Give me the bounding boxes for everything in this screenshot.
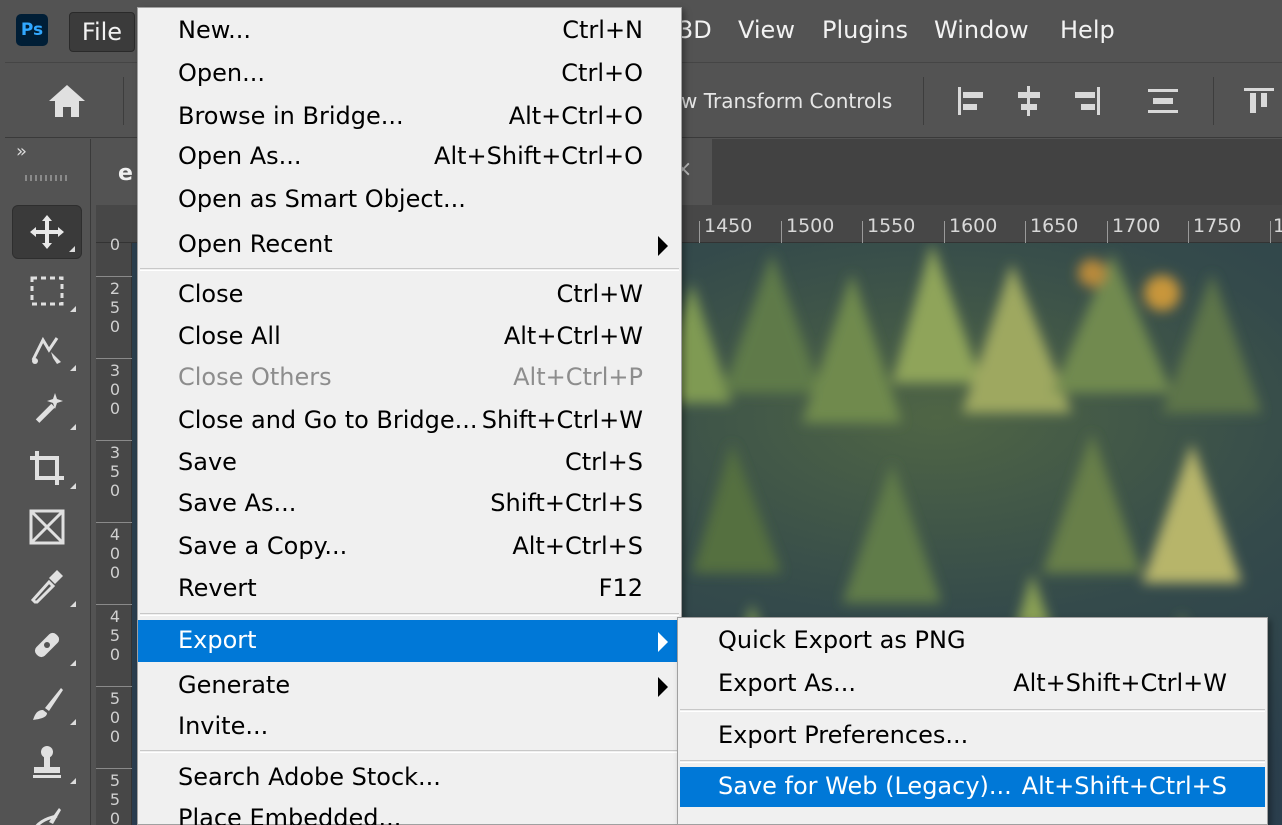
menu-item-close[interactable]: Close Ctrl+W bbox=[138, 274, 681, 316]
ruler-tick: 1600 bbox=[949, 215, 998, 237]
ruler-tick: 1 bbox=[1273, 215, 1282, 237]
menu-view[interactable]: View bbox=[738, 16, 795, 44]
photoshop-logo-icon: Ps bbox=[16, 14, 48, 46]
object-selection-icon bbox=[31, 336, 61, 364]
menu-item-save-as[interactable]: Save As... Shift+Ctrl+S bbox=[138, 483, 681, 525]
menu-item-new[interactable]: New... Ctrl+N bbox=[138, 10, 681, 52]
frame-icon bbox=[29, 509, 65, 545]
ruler-tick: 1550 bbox=[867, 215, 916, 237]
menu-separator bbox=[140, 750, 679, 753]
align-horizontal-centers-icon[interactable] bbox=[1011, 83, 1047, 119]
show-transform-controls-label[interactable]: w Transform Controls bbox=[681, 89, 892, 113]
document-tab-label: e bbox=[118, 161, 133, 186]
menu-item-place-embedded[interactable]: Place Embedded... bbox=[138, 798, 681, 825]
menu-item-revert[interactable]: Revert F12 bbox=[138, 568, 681, 610]
vruler-tick: 0 bbox=[109, 235, 121, 254]
magic-wand-tool[interactable] bbox=[12, 382, 82, 436]
submenu-arrow-icon bbox=[658, 632, 668, 652]
ruler-tick: 1750 bbox=[1193, 215, 1242, 237]
vertical-ruler: 0 250 300 350 400 450 500 550 bbox=[96, 235, 132, 825]
stamp-icon bbox=[33, 746, 61, 778]
brush-icon bbox=[33, 688, 63, 720]
menu-item-close-all[interactable]: Close All Alt+Ctrl+W bbox=[138, 316, 681, 358]
menu-item-close-and-go-to-bridge[interactable]: Close and Go to Bridge... Shift+Ctrl+W bbox=[138, 400, 681, 442]
menu-plugins[interactable]: Plugins bbox=[822, 16, 908, 44]
menu-item-open-recent[interactable]: Open Recent bbox=[138, 224, 681, 266]
vruler-tick: 250 bbox=[109, 279, 121, 336]
move-tool[interactable] bbox=[12, 205, 82, 259]
rectangular-marquee-icon bbox=[30, 276, 64, 306]
history-brush-icon bbox=[35, 808, 61, 825]
ruler-tick: 1500 bbox=[786, 215, 835, 237]
menu-item-save-a-copy[interactable]: Save a Copy... Alt+Ctrl+S bbox=[138, 526, 681, 568]
distribute-vertical-icon[interactable] bbox=[1145, 83, 1181, 119]
clone-stamp-tool[interactable] bbox=[12, 736, 82, 790]
magic-wand-icon bbox=[35, 393, 63, 423]
panel-collapse-icon[interactable]: » bbox=[16, 141, 27, 162]
submenu-arrow-icon bbox=[658, 236, 668, 256]
menu-item-open-as[interactable]: Open As... Alt+Shift+Ctrl+O bbox=[138, 136, 681, 178]
frame-tool[interactable] bbox=[12, 500, 82, 554]
menu-item-save-for-web-legacy[interactable]: Save for Web (Legacy)... Alt+Shift+Ctrl+S bbox=[680, 767, 1265, 807]
vruler-tick: 550 bbox=[109, 771, 121, 825]
vruler-tick: 450 bbox=[109, 607, 121, 664]
crop-icon bbox=[30, 451, 64, 485]
healing-brush-tool[interactable] bbox=[12, 618, 82, 672]
home-icon[interactable] bbox=[45, 81, 89, 121]
menu-item-export[interactable]: Export bbox=[138, 620, 681, 662]
menu-3d[interactable]: 3D bbox=[678, 16, 712, 44]
menu-item-close-others: Close Others Alt+Ctrl+P bbox=[178, 363, 643, 391]
menu-separator bbox=[680, 760, 1265, 763]
file-menu: New... Ctrl+N Open... Ctrl+O Browse in Bri… bbox=[137, 7, 682, 825]
ruler-tick: 1650 bbox=[1030, 215, 1079, 237]
move-icon bbox=[30, 215, 64, 249]
vruler-tick: 400 bbox=[109, 525, 121, 582]
align-top-edges-icon[interactable] bbox=[1241, 83, 1277, 119]
vruler-tick: 350 bbox=[109, 443, 121, 500]
menu-item-open-as-smart-object[interactable]: Open as Smart Object... bbox=[138, 179, 681, 221]
eyedropper-icon bbox=[30, 570, 63, 604]
menu-window[interactable]: Window bbox=[934, 16, 1029, 44]
menu-separator bbox=[140, 268, 679, 271]
panel-grip-icon[interactable] bbox=[25, 175, 67, 181]
align-right-edges-icon[interactable] bbox=[1069, 83, 1105, 119]
brush-tool[interactable] bbox=[12, 677, 82, 731]
submenu-arrow-icon bbox=[658, 677, 668, 697]
tools-panel: » bbox=[5, 139, 91, 825]
menu-item-export-preferences[interactable]: Export Preferences... bbox=[680, 716, 1265, 756]
menu-separator bbox=[140, 613, 679, 616]
export-submenu: Quick Export as PNG Export As... Alt+Shif… bbox=[677, 617, 1268, 825]
lasso-tool[interactable] bbox=[12, 323, 82, 377]
menu-item-invite[interactable]: Invite... bbox=[138, 706, 681, 748]
menu-item-open[interactable]: Open... Ctrl+O bbox=[138, 53, 681, 95]
crop-tool[interactable] bbox=[12, 441, 82, 495]
marquee-tool[interactable] bbox=[12, 264, 82, 318]
menu-item-quick-export-as-png[interactable]: Quick Export as PNG bbox=[680, 621, 1265, 661]
menu-item-generate[interactable]: Generate bbox=[138, 665, 681, 707]
ruler-tick: 1700 bbox=[1112, 215, 1161, 237]
vruler-tick: 500 bbox=[109, 689, 121, 746]
options-separator bbox=[1213, 77, 1214, 125]
menu-item-search-adobe-stock[interactable]: Search Adobe Stock... bbox=[138, 757, 681, 799]
menu-help[interactable]: Help bbox=[1060, 16, 1115, 44]
menu-item-export-as[interactable]: Export As... Alt+Shift+Ctrl+W bbox=[680, 664, 1265, 704]
history-brush-tool[interactable] bbox=[12, 795, 82, 825]
options-separator bbox=[923, 77, 924, 125]
vruler-tick: 300 bbox=[109, 361, 121, 418]
menu-item-browse-in-bridge[interactable]: Browse in Bridge... Alt+Ctrl+O bbox=[138, 96, 681, 138]
menu-item-save[interactable]: Save Ctrl+S bbox=[138, 442, 681, 484]
menu-separator bbox=[680, 709, 1265, 712]
bandage-icon bbox=[34, 632, 60, 658]
ruler-tick: 1450 bbox=[704, 215, 753, 237]
align-left-edges-icon[interactable] bbox=[953, 83, 989, 119]
options-separator bbox=[123, 77, 124, 125]
menu-file[interactable]: File bbox=[69, 12, 135, 52]
eyedropper-tool[interactable] bbox=[12, 559, 82, 613]
